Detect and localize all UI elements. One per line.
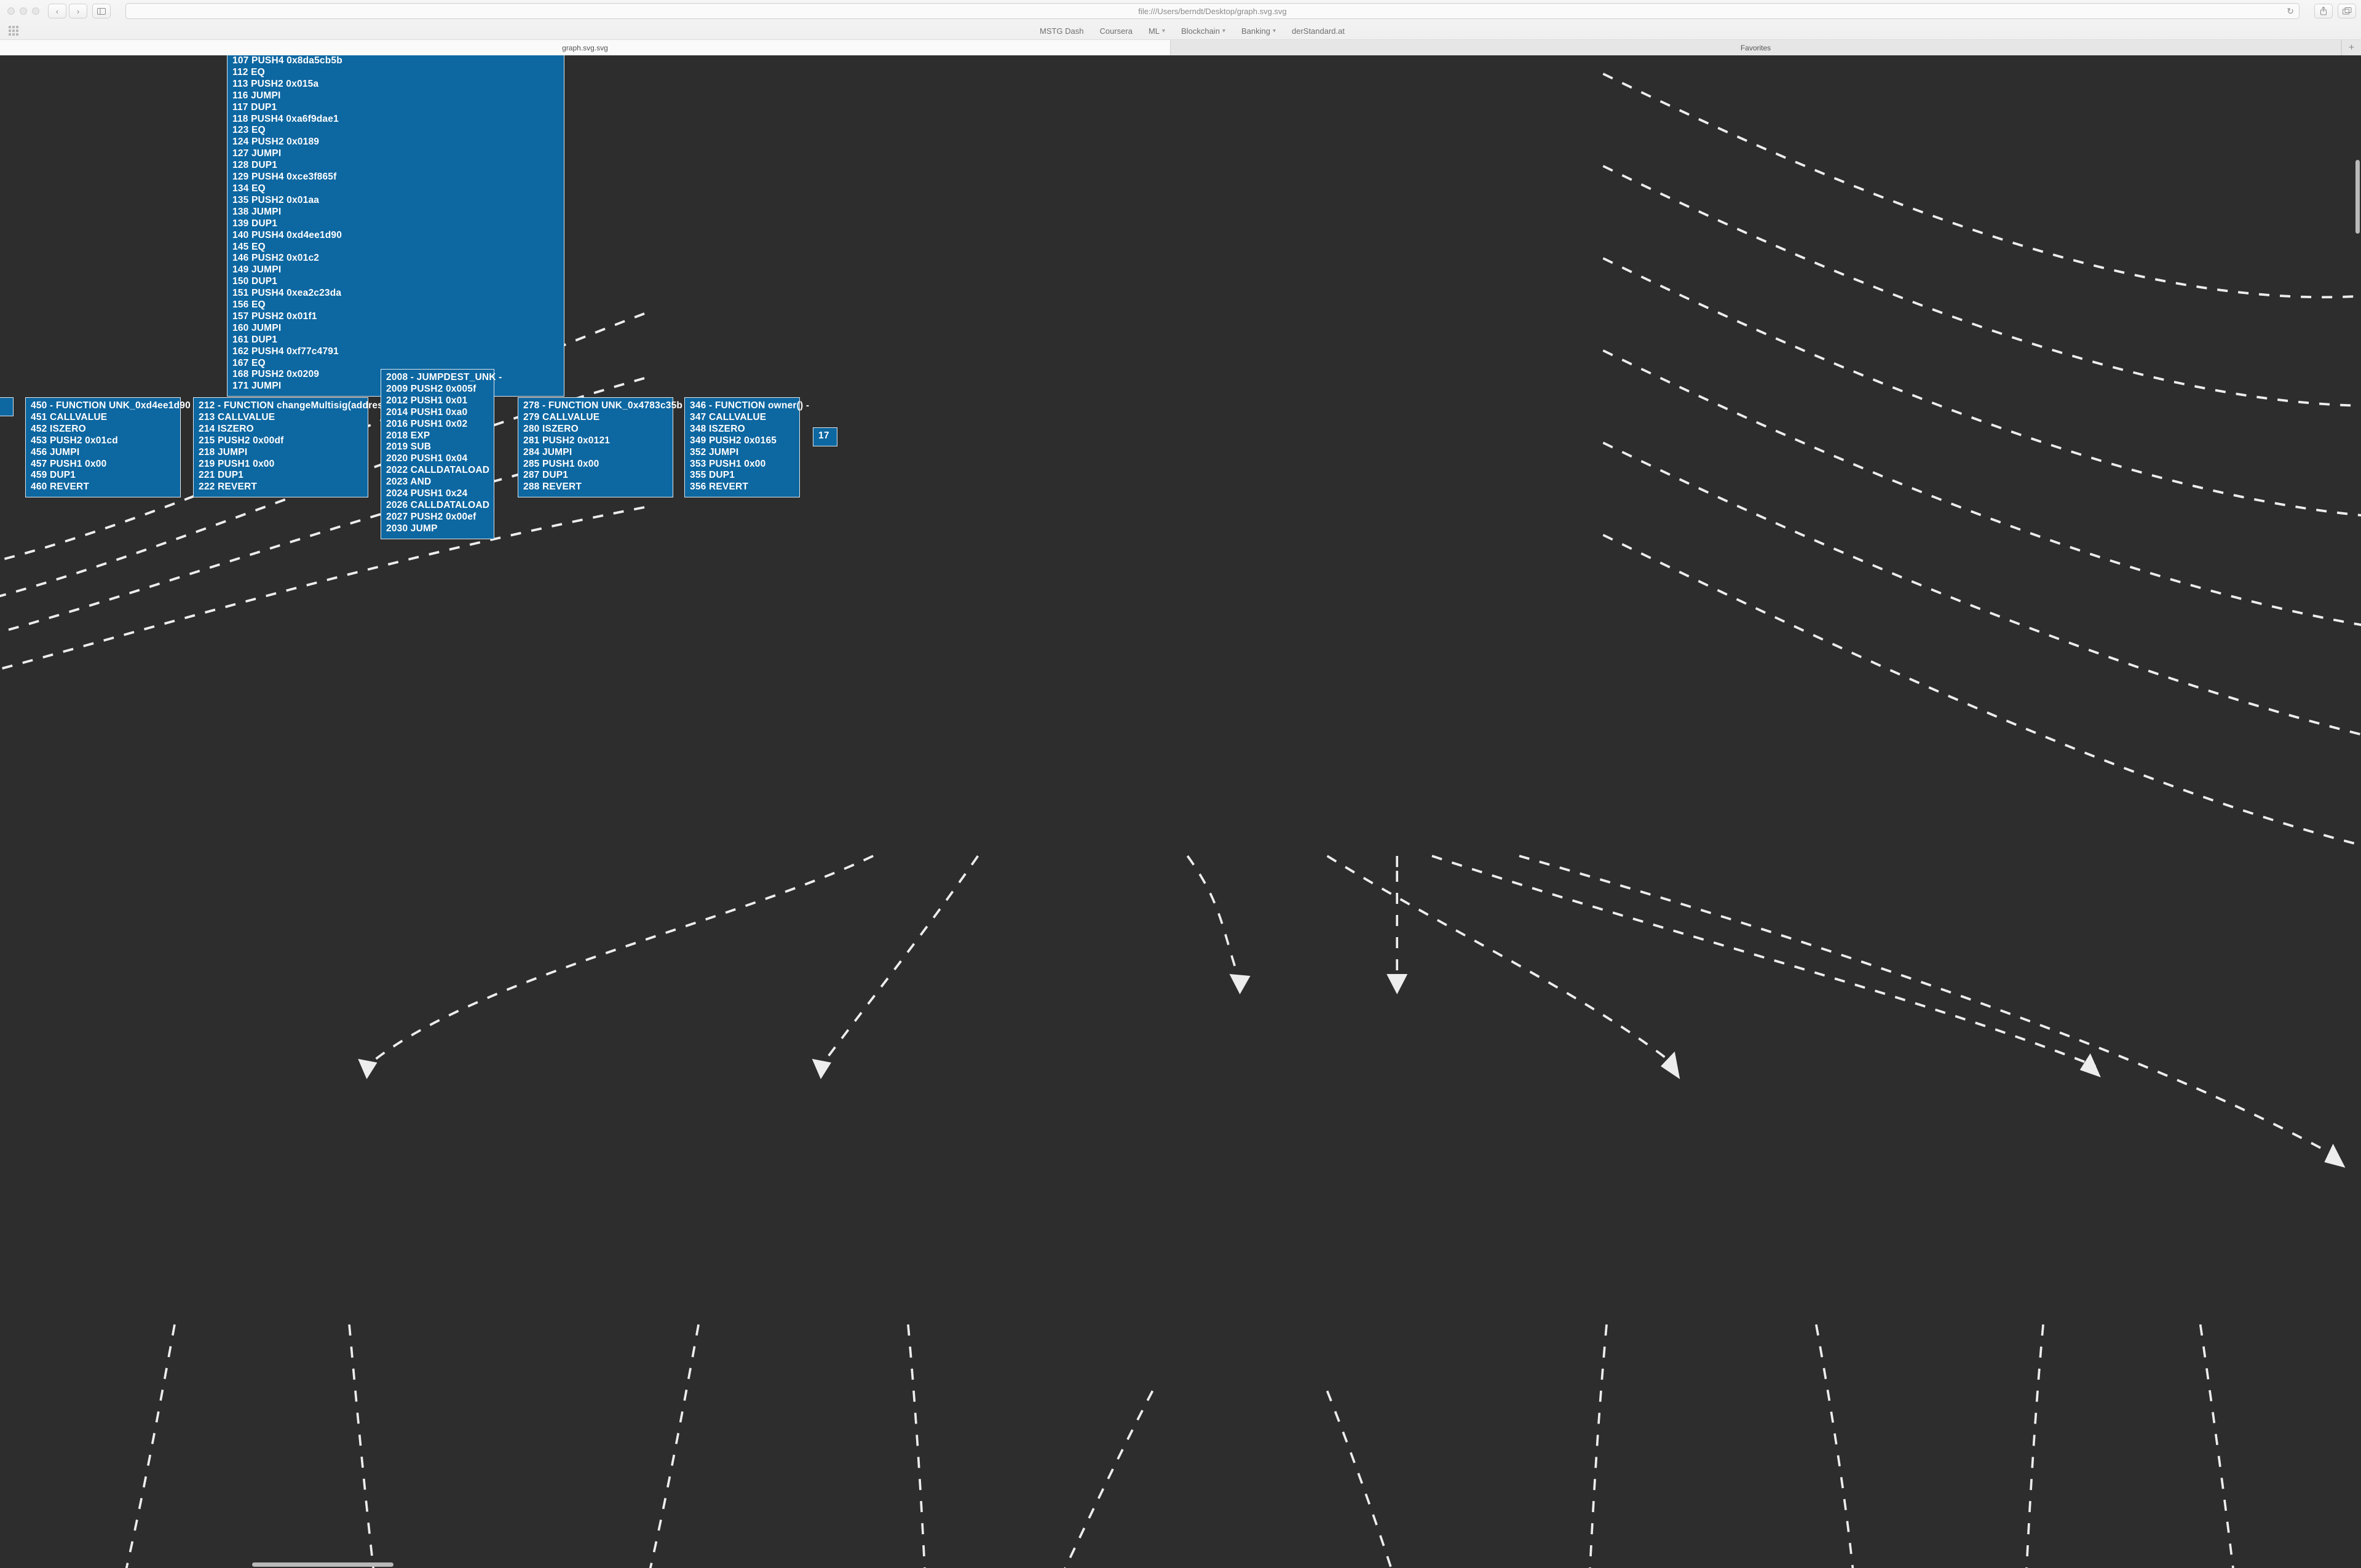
new-tab-button[interactable]: + [2341, 40, 2361, 55]
graph-node-cut-left[interactable]: ) - [0, 397, 14, 416]
graph-node-346[interactable]: 346 - FUNCTION owner() - 347 CALLVALUE 3… [684, 397, 800, 497]
chevron-down-icon: ▾ [1222, 28, 1225, 34]
tab-graph-svg[interactable]: graph.svg.svg [0, 40, 1171, 55]
tab-bar: graph.svg.svg Favorites + [0, 39, 2361, 55]
nav-buttons: ‹ › [48, 4, 87, 18]
show-tabs-button[interactable] [2338, 4, 2356, 18]
share-button[interactable] [2314, 4, 2333, 18]
horizontal-scrollbar[interactable] [252, 1562, 394, 1567]
chevron-down-icon: ▾ [1273, 28, 1276, 34]
vertical-scrollbar[interactable] [2355, 160, 2360, 234]
bookmark-derstandard[interactable]: derStandard.at [1292, 26, 1345, 36]
chevron-down-icon: ▾ [1162, 28, 1165, 34]
bookmark-mstg[interactable]: MSTG Dash [1040, 26, 1084, 36]
graph-node-278[interactable]: 278 - FUNCTION UNK_0x4783c35b - 279 CALL… [518, 397, 673, 497]
forward-button[interactable]: › [69, 4, 87, 18]
share-icon [2320, 7, 2327, 15]
sidebar-icon [97, 8, 106, 15]
bookmark-blockchain[interactable]: Blockchain▾ [1181, 26, 1225, 36]
bookmarks-center: MSTG Dash Coursera ML▾ Blockchain▾ Banki… [32, 26, 2352, 36]
graph-viewport[interactable]: 107 PUSH4 0x8da5cb5b 112 EQ 113 PUSH2 0x… [0, 55, 2361, 1568]
url-text: file:///Users/berndt/Desktop/graph.svg.s… [1138, 7, 1286, 16]
bookmark-coursera[interactable]: Coursera [1100, 26, 1133, 36]
graph-node-cut-right[interactable]: 17 [813, 427, 837, 446]
top-sites-icon[interactable] [9, 26, 18, 36]
browser-chrome: ‹ › file:///Users/berndt/Desktop/graph.s… [0, 0, 2361, 56]
graph-node-2008[interactable]: 2008 - JUMPDEST_UNK - 2009 PUSH2 0x005f … [381, 369, 494, 539]
reload-icon[interactable]: ↻ [2287, 6, 2294, 17]
graph-node-450[interactable]: 450 - FUNCTION UNK_0xd4ee1d90 - 451 CALL… [25, 397, 181, 497]
minimize-window-icon[interactable] [20, 7, 27, 15]
graph-node-dispatcher[interactable]: 107 PUSH4 0x8da5cb5b 112 EQ 113 PUSH2 0x… [227, 55, 564, 397]
toolbar: ‹ › file:///Users/berndt/Desktop/graph.s… [0, 0, 2361, 22]
address-bar[interactable]: file:///Users/berndt/Desktop/graph.svg.s… [125, 3, 2300, 19]
close-window-icon[interactable] [7, 7, 15, 15]
back-button[interactable]: ‹ [48, 4, 66, 18]
tab-favorites[interactable]: Favorites [1171, 40, 2341, 55]
tabs-icon [2343, 7, 2352, 15]
graph-node-212[interactable]: 212 - FUNCTION changeMultisig(address) -… [193, 397, 368, 497]
bookmark-banking[interactable]: Banking▾ [1241, 26, 1276, 36]
window-controls[interactable] [5, 7, 43, 15]
bookmark-ml[interactable]: ML▾ [1149, 26, 1165, 36]
zoom-window-icon[interactable] [32, 7, 39, 15]
bookmarks-bar: MSTG Dash Coursera ML▾ Blockchain▾ Banki… [0, 22, 2361, 39]
sidebar-toggle-button[interactable] [92, 4, 111, 18]
